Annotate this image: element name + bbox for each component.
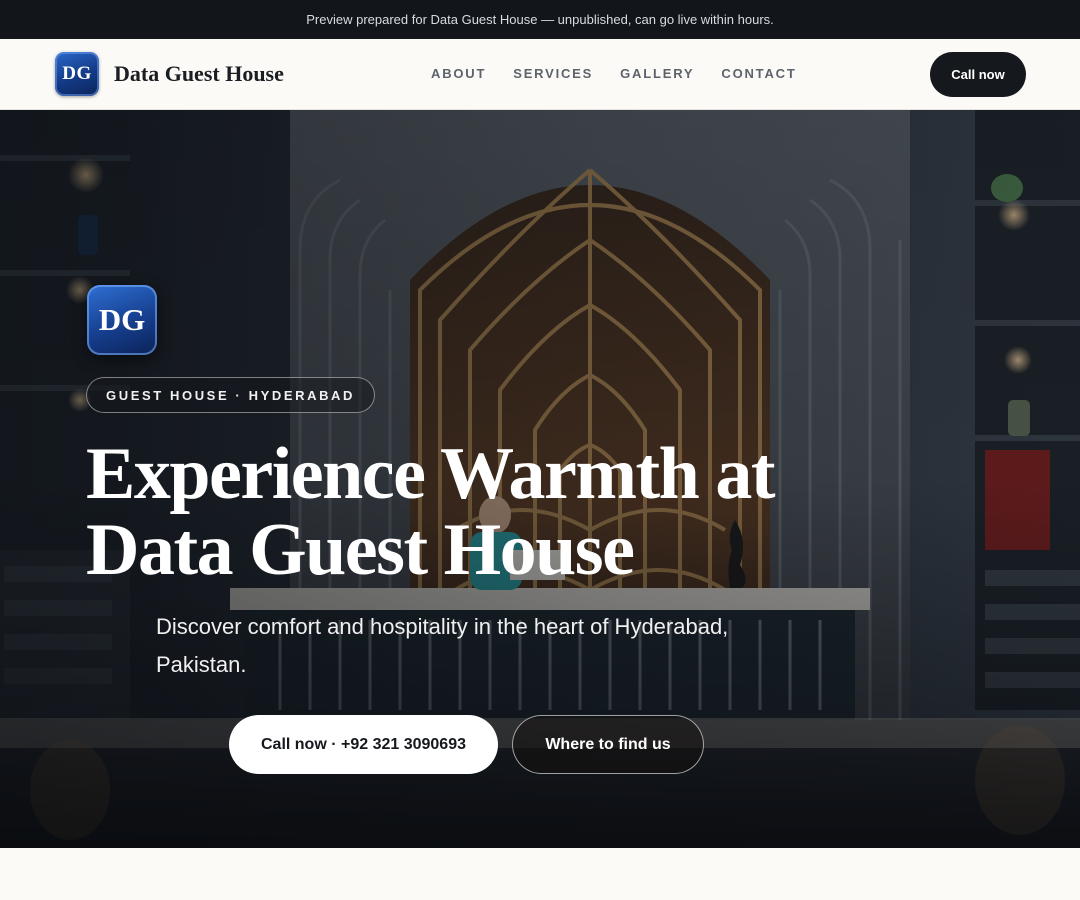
nav-link-about[interactable]: ABOUT xyxy=(431,66,486,81)
logo-badge-icon[interactable]: DG xyxy=(55,52,99,96)
where-to-find-us-button[interactable]: Where to find us xyxy=(512,715,704,774)
announcement-bar: Preview prepared for Data Guest House — … xyxy=(0,0,1080,39)
hero-eyebrow-pill: GUEST HOUSE · HYDERABAD xyxy=(86,377,376,413)
nav-link-contact[interactable]: CONTACT xyxy=(721,66,796,81)
call-now-button[interactable]: Call now xyxy=(930,52,1026,97)
nav-link-services[interactable]: SERVICES xyxy=(513,66,593,81)
nav-link-gallery[interactable]: GALLERY xyxy=(620,66,694,81)
main-nav: ABOUT SERVICES GALLERY CONTACT xyxy=(431,66,797,81)
hero-subheadline: Discover comfort and hospitality in the … xyxy=(156,614,729,677)
hero-section: DG GUEST HOUSE · HYDERABAD Experience Wa… xyxy=(0,110,1080,848)
hero-call-now-button[interactable]: Call now · +92 321 3090693 xyxy=(229,715,498,774)
announcement-text: Preview prepared for Data Guest House — … xyxy=(306,12,774,27)
hero-logo-badge-icon: DG xyxy=(87,285,157,355)
below-fold-section xyxy=(0,848,1080,900)
brand-name[interactable]: Data Guest House xyxy=(114,61,284,87)
hero-headline-line-2: Data Guest House xyxy=(86,509,635,591)
hero-headline: Experience Warmth at Data Guest House xyxy=(86,436,806,588)
site-header: DG Data Guest House ABOUT SERVICES GALLE… xyxy=(0,39,1080,110)
hero-headline-line-1: Experience Warmth at xyxy=(86,433,775,515)
